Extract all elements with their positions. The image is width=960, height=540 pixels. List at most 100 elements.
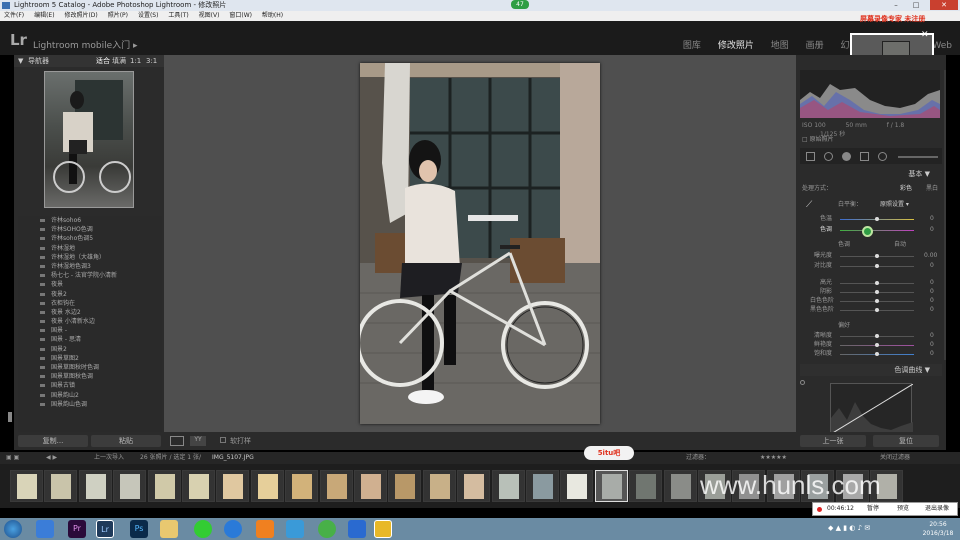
filter-select[interactable]: 关闭过滤器 [880, 452, 910, 464]
original-photo-toggle[interactable]: □ 原始照片 [802, 134, 834, 143]
filmstrip-thumbnail[interactable] [354, 470, 387, 502]
menu-view[interactable]: 视图(V) [195, 11, 224, 21]
list-item[interactable]: 夜景2 [18, 290, 162, 299]
module-map[interactable]: 地图 [771, 41, 789, 51]
menu-edit[interactable]: 编辑(E) [30, 11, 58, 21]
photoshop-icon[interactable]: Ps [130, 520, 148, 538]
list-item[interactable]: 衣柜钩在 [18, 299, 162, 308]
shadows-value[interactable]: 0 [930, 287, 934, 296]
xiami-icon[interactable] [256, 520, 274, 538]
menu-file[interactable]: 文件(F) [0, 11, 28, 21]
vibrance-value[interactable]: 0 [930, 340, 934, 349]
navigator-header[interactable]: ▼ 导航器 适合 填满 1:1 3:1 [14, 55, 164, 67]
filmstrip-thumbnail[interactable] [44, 470, 78, 502]
list-item[interactable]: 杨七七 - 法官学院小清新 [18, 271, 162, 280]
menu-photo[interactable]: 照片(P) [104, 11, 132, 21]
zoom-1-1[interactable]: 1:1 [130, 55, 141, 67]
list-item[interactable]: 国景 - 思清 [18, 335, 162, 344]
grid-view-icon[interactable]: ▣ ▣ [6, 452, 19, 464]
exposure-knob[interactable] [875, 254, 879, 258]
histogram[interactable] [800, 70, 940, 118]
contrast-value[interactable]: 0 [930, 261, 934, 270]
zoom-fill[interactable]: 填满 [112, 55, 126, 67]
tint-value[interactable]: 0 [930, 225, 934, 234]
list-item[interactable]: 许林湿地（大雄角） [18, 253, 162, 262]
explorer-icon[interactable] [160, 520, 178, 538]
menu-develop[interactable]: 修改照片(D) [60, 11, 101, 21]
premiere-icon[interactable]: Pr [68, 520, 86, 538]
list-item[interactable]: 国景草图秋时色调 [18, 363, 162, 372]
menu-help[interactable]: 帮助(H) [258, 11, 287, 21]
list-item[interactable]: 国景草图2 [18, 354, 162, 363]
preview-close-icon[interactable]: ✕ [921, 30, 929, 40]
filmstrip-thumbnail[interactable] [491, 470, 525, 502]
ie-icon[interactable] [36, 520, 54, 538]
whites-value[interactable]: 0 [930, 296, 934, 305]
reset-button[interactable]: 复位 [873, 435, 939, 447]
main-photo[interactable] [360, 63, 600, 424]
curve-target-icon[interactable] [800, 380, 805, 385]
adjustment-brush-slider[interactable] [898, 156, 938, 158]
filmstrip-thumbnail[interactable] [594, 470, 628, 502]
graduated-filter-icon[interactable] [860, 152, 869, 161]
nav-arrows-icon[interactable]: ◀ ▶ [46, 452, 57, 464]
system-tray-icons[interactable]: ◆ ▲ ▮ ◐ ♪ ✉ [828, 524, 928, 534]
list-item[interactable]: 夜景 [18, 280, 162, 289]
saturation-value[interactable]: 0 [930, 349, 934, 358]
whites-knob[interactable] [875, 299, 879, 303]
list-item[interactable]: 国景古镇 [18, 381, 162, 390]
maximize-button[interactable]: □ [906, 0, 926, 10]
module-slideshow[interactable]: 幻 [840, 41, 849, 51]
recorder-preview-button[interactable]: 预览 [897, 503, 909, 515]
filmstrip-thumbnail[interactable] [10, 470, 43, 502]
filmstrip-thumbnail[interactable] [560, 470, 594, 502]
list-item[interactable]: 许林湿地 [18, 244, 162, 253]
menu-window[interactable]: 窗口(W) [225, 11, 256, 21]
menu-settings[interactable]: 设置(S) [134, 11, 163, 21]
zoom-fit[interactable]: 适合 [96, 55, 110, 67]
before-after-icon[interactable]: YY [190, 436, 206, 446]
filmstrip-thumbnail[interactable] [113, 470, 147, 502]
wechat-icon[interactable] [194, 520, 212, 538]
filmstrip-thumbnail[interactable] [319, 470, 353, 502]
browser-icon[interactable] [318, 520, 336, 538]
module-develop[interactable]: 修改照片 [718, 41, 754, 51]
filmstrip-thumbnail[interactable] [526, 470, 559, 502]
softproof-checkbox[interactable] [220, 437, 226, 443]
filmstrip-thumbnail[interactable] [457, 470, 491, 502]
tone-auto-button[interactable]: 自动 [894, 240, 906, 249]
module-book[interactable]: 画册 [806, 41, 824, 51]
right-scrollbar[interactable] [944, 70, 946, 360]
temp-value[interactable]: 0 [930, 214, 934, 223]
plane-app-icon[interactable] [348, 520, 366, 538]
loupe-view-icon[interactable] [170, 436, 184, 446]
previous-button[interactable]: 上一张 [800, 435, 866, 447]
red-eye-icon[interactable] [842, 152, 851, 161]
clarity-knob[interactable] [875, 334, 879, 338]
saturation-knob[interactable] [875, 352, 879, 356]
filmstrip-thumbnail[interactable] [388, 470, 422, 502]
zoom-3-1[interactable]: 3:1 [146, 55, 157, 67]
filmstrip-thumbnail[interactable] [182, 470, 215, 502]
basic-panel-header[interactable]: 基本 ▼ [800, 168, 942, 180]
highlights-value[interactable]: 0 [930, 278, 934, 287]
filmstrip-thumbnail[interactable] [147, 470, 181, 502]
filmstrip-thumbnail[interactable] [663, 470, 697, 502]
taskbar-clock[interactable]: 20:56 2016/3/18 [920, 520, 956, 538]
blacks-knob[interactable] [875, 308, 879, 312]
list-item[interactable]: 国景韵山2 [18, 391, 162, 400]
copy-button[interactable]: 复制... [18, 435, 88, 447]
spot-removal-icon[interactable] [824, 152, 833, 161]
radial-filter-icon[interactable] [878, 152, 887, 161]
kugou-icon[interactable] [224, 520, 242, 538]
filmstrip-filename[interactable]: IMG_5107.JPG [212, 452, 254, 464]
vibrance-knob[interactable] [875, 343, 879, 347]
shadows-knob[interactable] [875, 290, 879, 294]
baidu-cloud-icon[interactable] [286, 520, 304, 538]
start-button-icon[interactable] [4, 520, 22, 538]
filmstrip-thumbnail[interactable] [250, 470, 284, 502]
filmstrip-source[interactable]: 上一次导入 [94, 452, 124, 464]
temp-knob[interactable] [875, 217, 879, 221]
recorder-app-icon[interactable] [374, 520, 392, 538]
list-item[interactable]: 夜景 水边2 [18, 308, 162, 317]
